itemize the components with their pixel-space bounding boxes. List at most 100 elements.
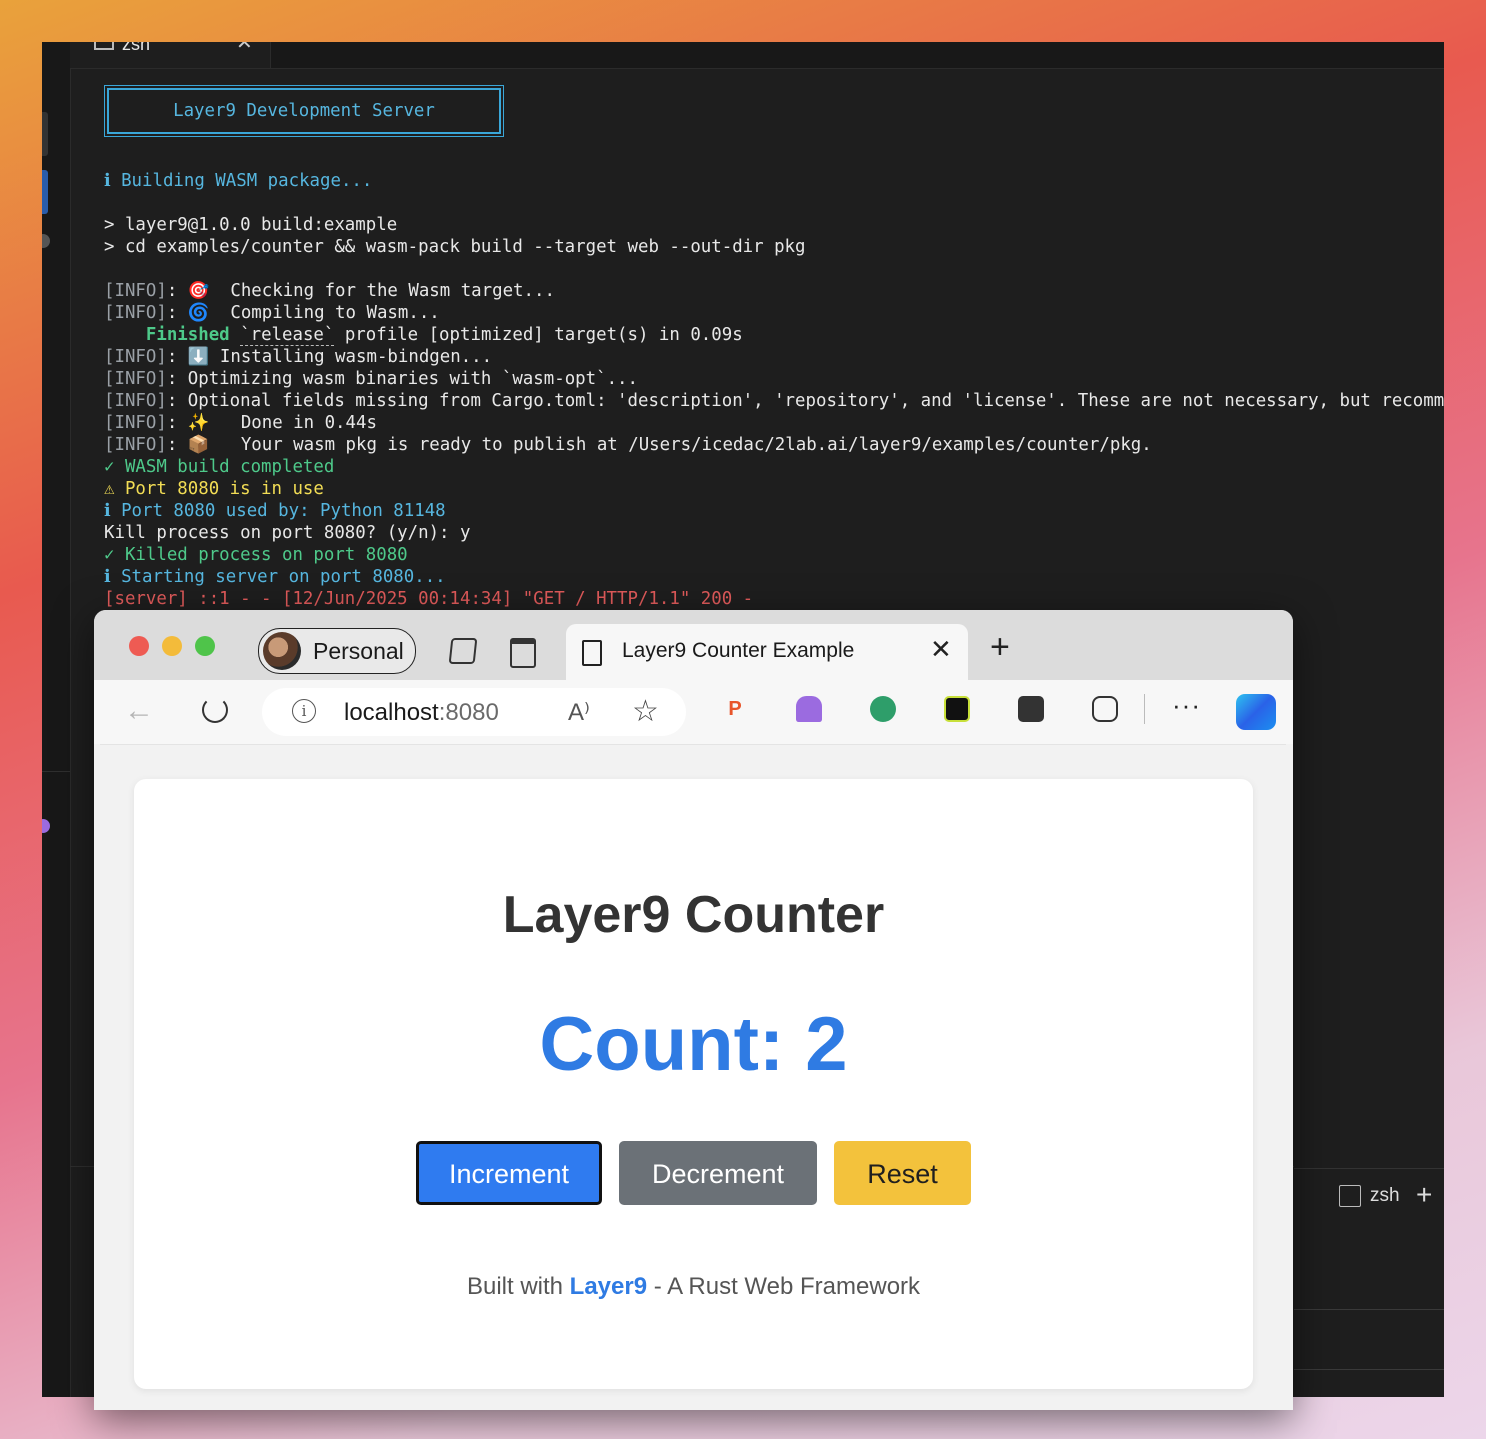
terminal-line: Finished `release` profile [optimized] t… <box>104 324 743 346</box>
terminal-line: [INFO]: 📦 Your wasm pkg is ready to publ… <box>104 434 1152 456</box>
terminal-line-text: : ⬇️ Installing wasm-bindgen... <box>166 347 493 367</box>
info-prefix: [INFO] <box>104 369 167 389</box>
terminal-icon <box>94 42 114 50</box>
tab-active[interactable]: Layer9 Counter Example ✕ <box>566 624 968 680</box>
divider <box>1294 1309 1444 1310</box>
more-menu-icon[interactable]: ··· <box>1172 690 1201 721</box>
terminal-line-text: : 🌀 Compiling to Wasm... <box>166 303 440 323</box>
terminal-line: ⚠ Port 8080 is in use <box>104 478 324 500</box>
url-port: :8080 <box>438 699 499 726</box>
terminal-line-text: : Optimizing wasm binaries with `wasm-op… <box>166 369 638 389</box>
browser-window: Personal Layer9 Counter Example ✕ + ← i … <box>94 610 1293 1410</box>
add-terminal-icon[interactable]: + <box>1416 1179 1432 1211</box>
info-prefix: [INFO] <box>104 347 167 367</box>
account-icon[interactable] <box>42 819 50 833</box>
address-bar[interactable]: i localhost:8080 A⁾ ☆ <box>262 688 686 736</box>
count-display: Count: 2 <box>539 1002 848 1087</box>
terminal-line-text: : 🎯 Checking for the Wasm target... <box>166 281 555 301</box>
terminal-line: [INFO]: 🎯 Checking for the Wasm target..… <box>104 280 555 302</box>
terminal-line: ℹ Port 8080 used by: Python 81148 <box>104 500 446 522</box>
divider <box>42 771 70 772</box>
activity-bar-item[interactable] <box>42 112 48 156</box>
terminal-tabbar: zsh ✕ <box>70 42 1444 69</box>
terminal-line: > cd examples/counter && wasm-pack build… <box>104 236 806 258</box>
terminal-line-text: : 📦 Your wasm pkg is ready to publish at… <box>166 435 1152 455</box>
terminal-panel: zsh + <box>1294 1168 1444 1397</box>
maximize-window-button[interactable] <box>195 636 215 656</box>
terminal-line: ℹ Building WASM package... <box>104 170 372 192</box>
terminal-line: [INFO]: Optimizing wasm binaries with `w… <box>104 368 638 390</box>
terminal-tab[interactable]: zsh ✕ <box>70 42 271 68</box>
close-icon[interactable]: ✕ <box>236 42 253 55</box>
terminal-line: [INFO]: ✨ Done in 0.44s <box>104 412 377 434</box>
copilot-icon[interactable] <box>1236 694 1276 730</box>
info-prefix: [INFO] <box>104 413 167 433</box>
extension-stack-icon[interactable] <box>944 696 970 722</box>
document-icon <box>582 640 602 666</box>
terminal-line-text: : ✨ Done in 0.44s <box>166 413 377 433</box>
terminal-line-text: : Optional fields missing from Cargo.tom… <box>166 391 1444 411</box>
terminal-line-text: [server] ::1 - - [12/Jun/2025 00:14:34] … <box>104 589 754 609</box>
tab-strip: Personal Layer9 Counter Example ✕ + <box>94 610 1293 680</box>
favorite-star-icon[interactable]: ☆ <box>632 694 659 729</box>
terminal-line-text: ✓ Killed process on port 8080 <box>104 545 408 565</box>
url-host: localhost <box>344 699 439 726</box>
tab-title: Layer9 Counter Example <box>622 639 855 662</box>
terminal-line-text: ℹ Port 8080 used by: Python 81148 <box>104 501 446 521</box>
reset-button[interactable]: Reset <box>834 1141 971 1205</box>
info-icon[interactable]: i <box>292 699 316 723</box>
profile-name: `release` <box>240 325 335 346</box>
profile-label: Personal <box>313 638 404 664</box>
extension-green-icon[interactable] <box>870 696 896 722</box>
terminal-line: [INFO]: Optional fields missing from Car… <box>104 390 1444 412</box>
terminal-line: ✓ Killed process on port 8080 <box>104 544 408 566</box>
minimize-window-button[interactable] <box>162 636 182 656</box>
increment-button[interactable]: Increment <box>416 1141 602 1205</box>
collections-icon[interactable] <box>448 638 478 664</box>
terminal-line: ✓ WASM build completed <box>104 456 334 478</box>
extension-purple-icon[interactable] <box>796 696 822 722</box>
footer-text: Built with Layer9 - A Rust Web Framework <box>134 1273 1253 1301</box>
finished-label: Finished <box>104 325 241 345</box>
terminal-line: ℹ Starting server on port 8080... <box>104 566 446 588</box>
terminal-tab-label: zsh <box>122 42 151 54</box>
terminal-line-text: ✓ WASM build completed <box>104 457 335 477</box>
browser-toolbar: ← i localhost:8080 A⁾ ☆ P ··· <box>94 680 1293 744</box>
activity-bar <box>42 42 71 1397</box>
page-viewport: Layer9 Counter Count: 2 Increment Decrem… <box>100 744 1286 1410</box>
toolbar-divider <box>1144 694 1145 724</box>
footer-brand[interactable]: Layer9 <box>570 1273 647 1300</box>
divider <box>1294 1369 1444 1370</box>
terminal-line-text: > cd examples/counter && wasm-pack build… <box>104 237 806 257</box>
info-prefix: [INFO] <box>104 435 167 455</box>
info-prefix: [INFO] <box>104 391 167 411</box>
new-tab-button[interactable]: + <box>990 630 1010 664</box>
activity-bar-item-active[interactable] <box>42 170 48 214</box>
server-banner: Layer9 Development Server <box>104 85 504 137</box>
terminal-line-text: ℹ Building WASM package... <box>104 171 373 191</box>
terminal-line-text: ⚠ Port 8080 is in use <box>104 479 324 499</box>
extension-p-icon[interactable]: P <box>722 696 748 722</box>
extension-openai-icon[interactable] <box>1018 696 1044 722</box>
close-tab-icon[interactable]: ✕ <box>930 634 952 665</box>
footer-suffix: - A Rust Web Framework <box>647 1273 921 1300</box>
url-text: localhost:8080 <box>344 699 499 727</box>
activity-bar-dot[interactable] <box>42 234 50 248</box>
terminal-line-text: ℹ Starting server on port 8080... <box>104 567 446 587</box>
terminal-line: [INFO]: 🌀 Compiling to Wasm... <box>104 302 440 324</box>
back-icon[interactable]: ← <box>124 694 154 728</box>
footer-prefix: Built with <box>466 1273 570 1300</box>
reload-icon[interactable] <box>202 697 228 723</box>
info-prefix: [INFO] <box>104 303 167 323</box>
close-window-button[interactable] <box>129 636 149 656</box>
read-aloud-icon[interactable]: A⁾ <box>568 698 590 727</box>
page-title: Layer9 Counter <box>502 886 885 944</box>
extensions-puzzle-icon[interactable] <box>1092 696 1118 722</box>
profile-button[interactable]: Personal <box>258 628 416 674</box>
vertical-tabs-icon[interactable] <box>510 638 536 668</box>
terminal-panel-label[interactable]: zsh <box>1370 1185 1400 1207</box>
decrement-button[interactable]: Decrement <box>619 1141 817 1205</box>
terminal-line-text: Kill process on port 8080? (y/n): y <box>104 523 471 543</box>
terminal-line: > layer9@1.0.0 build:example <box>104 214 397 236</box>
terminal-line-text: > layer9@1.0.0 build:example <box>104 215 398 235</box>
